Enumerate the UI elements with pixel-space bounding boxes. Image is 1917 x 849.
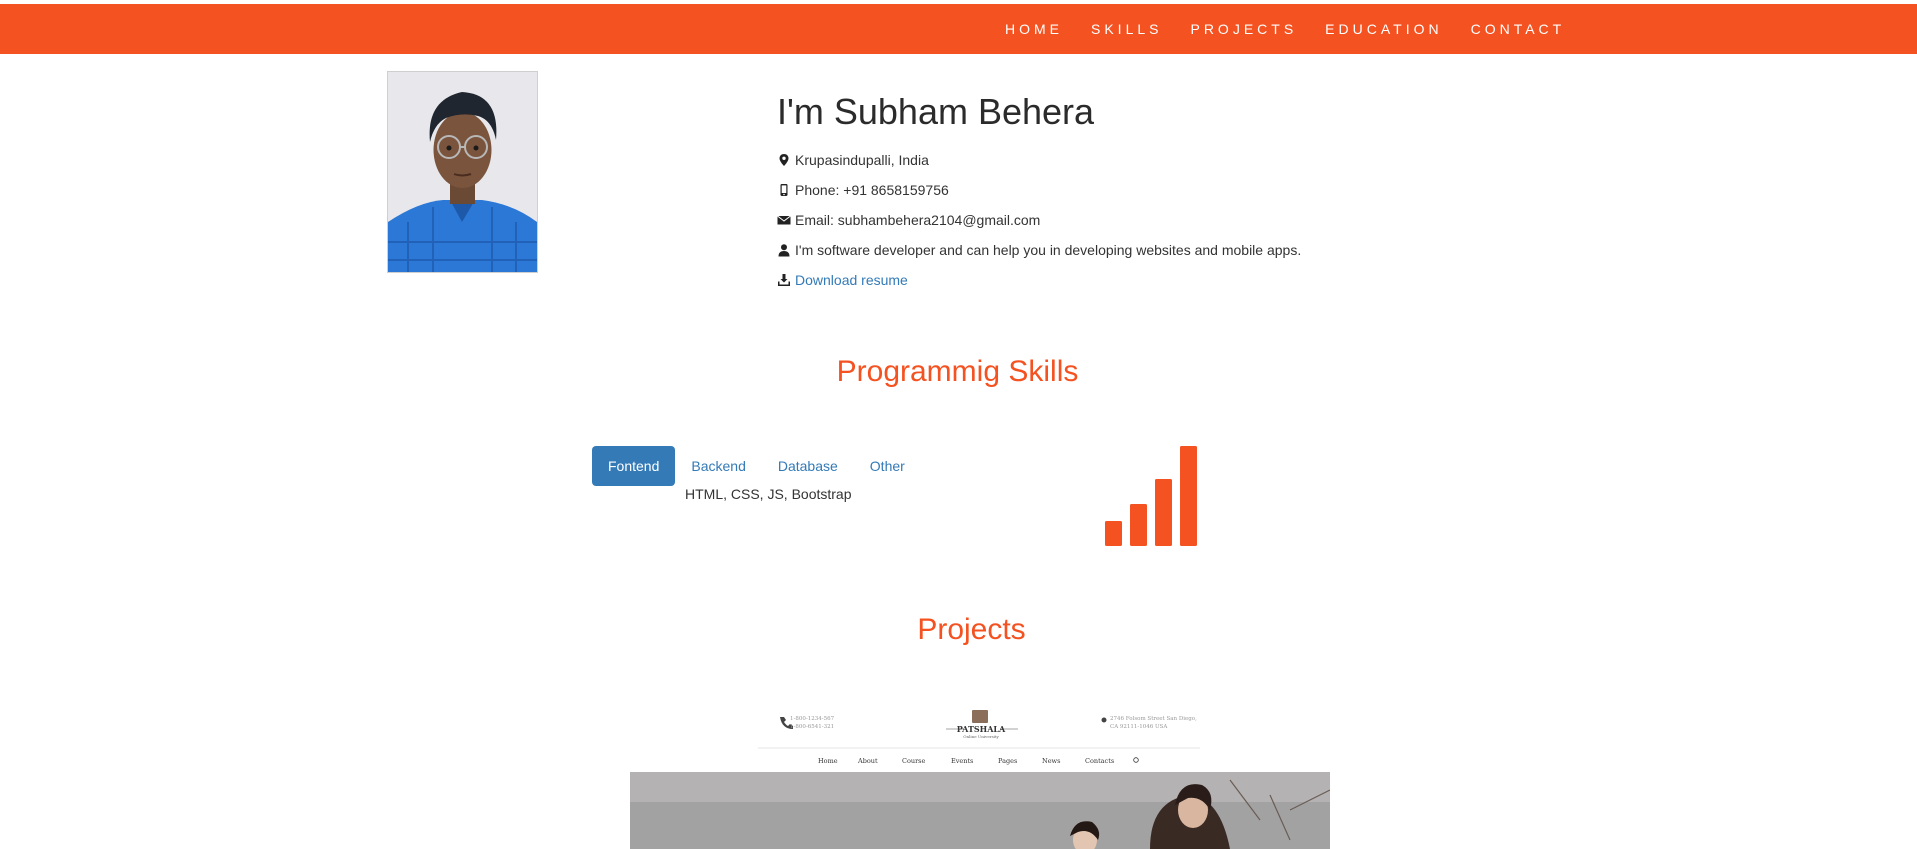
phone-text: Phone: +91 8658159756 (795, 182, 949, 198)
email-text: Email: subhambehera2104@gmail.com (795, 212, 1041, 228)
location-row: Krupasindupalli, India (777, 145, 1301, 175)
projects-title: Projects (917, 613, 1026, 646)
preview-menu-home: Home (818, 757, 838, 765)
nav-links: HOME SKILLS PROJECTS EDUCATION CONTACT (1005, 4, 1593, 54)
preview-menu-course: Course (902, 757, 926, 765)
preview-logo-icon (972, 710, 988, 723)
location-text: Krupasindupalli, India (795, 152, 929, 168)
top-navbar: HOME SKILLS PROJECTS EDUCATION CONTACT (0, 4, 1917, 54)
envelope-icon (777, 213, 791, 227)
tab-database[interactable]: Database (762, 446, 854, 486)
tab-other[interactable]: Other (854, 446, 921, 486)
signal-bars-icon (1105, 445, 1198, 547)
download-icon (777, 273, 791, 287)
about-section: I'm Subham Behera Krupasindupalli, India… (777, 90, 1301, 295)
preview-contact-line-1: 1-800-1234-567 (790, 716, 835, 722)
phone-icon (777, 183, 791, 197)
skills-title: Programmig Skills (836, 355, 1079, 388)
preview-menu-pages: Pages (998, 757, 1017, 765)
nav-home[interactable]: HOME (1005, 21, 1063, 37)
preview-address-line-1: 2746 Folsom Street San Diego, (1110, 716, 1197, 722)
nav-contact[interactable]: CONTACT (1471, 21, 1566, 37)
nav-education[interactable]: EDUCATION (1325, 21, 1442, 37)
skills-tab-content: HTML, CSS, JS, Bootstrap (685, 486, 852, 502)
preview-menu-contacts: Contacts (1085, 757, 1114, 765)
preview-menu-news: News (1042, 757, 1060, 765)
map-marker-icon (777, 153, 791, 167)
preview-menu-about: About (857, 757, 878, 765)
nav-skills[interactable]: SKILLS (1091, 21, 1162, 37)
download-resume-link[interactable]: Download resume (795, 272, 908, 288)
tab-frontend[interactable]: Fontend (592, 446, 676, 486)
bio-row: I'm software developer and can help you … (777, 235, 1301, 265)
user-icon (777, 243, 791, 257)
download-row: Download resume (777, 265, 1301, 295)
project-preview-image[interactable]: 1-800-1234-567 1-800-6541-321 PATSHALA O… (630, 700, 1330, 849)
profile-heading: I'm Subham Behera (777, 91, 1095, 132)
preview-logo-text: PATSHALA (957, 724, 1006, 734)
preview-contact-line-2: 1-800-6541-321 (790, 724, 834, 730)
nav-projects[interactable]: PROJECTS (1190, 21, 1297, 37)
skills-tabs: Fontend Backend Database Other (592, 446, 921, 486)
profile-photo (387, 71, 538, 273)
email-row: Email: subhambehera2104@gmail.com (777, 205, 1301, 235)
bio-text: I'm software developer and can help you … (795, 242, 1302, 258)
preview-location-icon (1101, 717, 1107, 723)
preview-logo-subtitle: Online University (963, 734, 999, 739)
preview-address-line-2: CA 92111-1046 USA (1110, 724, 1168, 730)
tab-backend[interactable]: Backend (675, 446, 761, 486)
preview-menu-events: Events (951, 757, 973, 765)
phone-row: Phone: +91 8658159756 (777, 175, 1301, 205)
